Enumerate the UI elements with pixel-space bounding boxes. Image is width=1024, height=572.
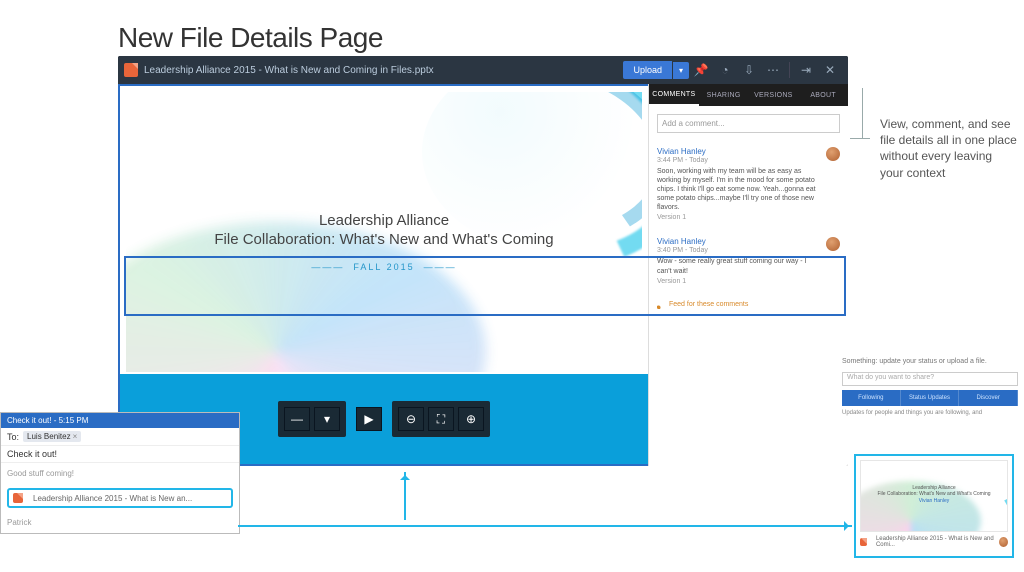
page-indicator[interactable]: — [284, 407, 310, 431]
file-thumbnail-card[interactable]: Leadership Alliance File Collaboration: … [854, 454, 1014, 558]
share-chat-popup: Check it out! - 5:15 PM To: Luis Benitez… [0, 412, 240, 534]
close-icon[interactable]: ✕ [818, 60, 842, 80]
highlight-box [124, 256, 846, 316]
avatar [826, 147, 840, 161]
slide-title-1: Leadership Alliance [126, 212, 642, 229]
topbar: Leadership Alliance 2015 - What is New a… [118, 56, 848, 84]
comment-author[interactable]: Vivian Hanley [657, 147, 822, 156]
remove-chip-icon[interactable]: × [73, 432, 78, 441]
tab-sharing[interactable]: SHARING [699, 84, 749, 106]
comment-item: Vivian Hanley 3:44 PM - Today Soon, work… [657, 147, 840, 221]
annotation-arrow-right [238, 525, 852, 527]
zoom-out-button[interactable]: ⊖ [398, 407, 424, 431]
feed-filter-text: Updates for people and things you are fo… [842, 408, 1018, 418]
slide-title-2: File Collaboration: What's New and What'… [126, 231, 642, 248]
thumbnail-preview: Leadership Alliance File Collaboration: … [860, 460, 1008, 532]
avatar [999, 537, 1008, 547]
panel-tabs: COMMENTS SHARING VERSIONS ABOUT [649, 84, 848, 106]
chat-header: Check it out! - 5:15 PM [1, 413, 239, 428]
callout-line-h [850, 138, 870, 139]
pin-icon[interactable]: 📌 [689, 60, 713, 80]
feed-tab-following[interactable]: Following [842, 390, 901, 406]
comment-body: Soon, working with my team will be as ea… [657, 167, 822, 212]
comment-version: Version 1 [657, 214, 822, 221]
comment-author[interactable]: Vivian Hanley [657, 237, 822, 246]
chat-sender: Patrick [1, 512, 239, 533]
file-details-window: Leadership Alliance 2015 - What is New a… [118, 56, 848, 466]
powerpoint-icon [13, 493, 23, 503]
clock-icon[interactable]: ◔ [713, 60, 737, 80]
recipient-chip[interactable]: Luis Benitez× [23, 431, 81, 442]
comment-timestamp: 3:44 PM - Today [657, 157, 822, 164]
play-button[interactable]: ▶ [356, 407, 382, 431]
tab-about[interactable]: ABOUT [798, 84, 848, 106]
share-input[interactable]: What do you want to share? [842, 372, 1018, 386]
chat-preview: Good stuff coming! [1, 463, 239, 484]
avatar [826, 237, 840, 251]
upload-button[interactable]: Upload [623, 61, 672, 79]
add-comment-input[interactable]: Add a comment... [657, 114, 840, 133]
powerpoint-icon [124, 63, 138, 77]
thumbnail-caption: Leadership Alliance 2015 - What is New a… [876, 536, 996, 548]
status-prompt: Something: update your status or upload … [842, 358, 987, 365]
slide: Leadership Alliance File Collaboration: … [126, 92, 642, 372]
chat-attachment[interactable]: Leadership Alliance 2015 - What is New a… [7, 488, 233, 508]
slide-viewer: Leadership Alliance File Collaboration: … [118, 84, 648, 466]
chat-subject[interactable]: Check it out! [1, 446, 239, 463]
tab-comments[interactable]: COMMENTS [649, 84, 699, 106]
page-dropdown[interactable]: ▾ [314, 407, 340, 431]
feed-tabs: Following Status Updates Discover [842, 390, 1018, 406]
to-label: To: [7, 432, 19, 442]
download-icon[interactable]: ⇩ [737, 60, 761, 80]
collapse-panel-icon[interactable]: ⇥ [794, 60, 818, 80]
more-icon[interactable]: ⋯ [761, 60, 785, 80]
feed-tab-status[interactable]: Status Updates [901, 390, 960, 406]
upload-dropdown[interactable]: ▾ [673, 62, 689, 79]
powerpoint-icon [860, 538, 867, 546]
comment-timestamp: 3:40 PM - Today [657, 247, 822, 254]
zoom-in-button[interactable]: ⊕ [458, 407, 484, 431]
page-title: New File Details Page [118, 22, 383, 54]
callout-line-v [862, 88, 863, 138]
fit-button[interactable]: ⛶ [428, 407, 454, 431]
chat-to-row: To: Luis Benitez× [1, 428, 239, 446]
file-name: Leadership Alliance 2015 - What is New a… [144, 65, 434, 76]
annotation-arrow-up [404, 472, 406, 520]
callout-text: View, comment, and see file details all … [880, 116, 1018, 181]
tab-versions[interactable]: VERSIONS [749, 84, 799, 106]
feed-tab-discover[interactable]: Discover [959, 390, 1018, 406]
